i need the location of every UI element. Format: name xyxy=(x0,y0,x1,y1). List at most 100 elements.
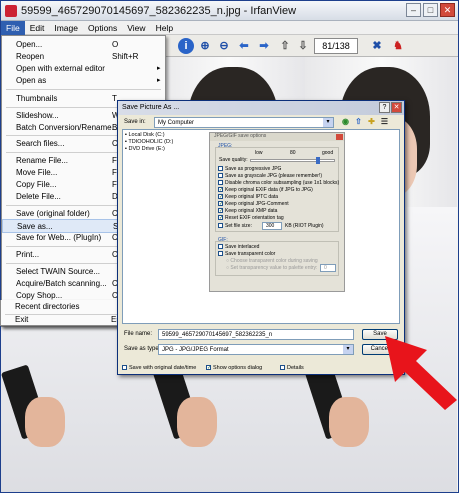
save-in-value: My Computer xyxy=(158,120,195,126)
dialog-controls: ? ✕ xyxy=(379,102,402,113)
maximize-button[interactable]: □ xyxy=(423,3,438,17)
menu-item-label: Thumbnails xyxy=(16,94,58,103)
checkbox-box[interactable] xyxy=(218,180,223,186)
quality-slider[interactable] xyxy=(250,157,335,164)
checkmark-icon[interactable]: ✓ xyxy=(218,215,223,221)
menu-item-label: Batch Conversion/Rename... xyxy=(16,123,119,132)
drive-item[interactable]: ▪ TDIOOHOLIC (D:) xyxy=(125,139,173,146)
checkbox-chroma[interactable]: Disable chroma color subsampling (use 1x… xyxy=(218,180,339,187)
menu-item-label: Move File... xyxy=(16,168,58,177)
submenu-arrow-icon: ▸ xyxy=(157,77,161,84)
palette-entry-input[interactable]: 0 xyxy=(320,264,336,272)
file-size-unit: KB (RIOT Plugin) xyxy=(285,223,324,229)
zoom-in-icon[interactable]: ⊕ xyxy=(197,38,213,54)
jpeg-options-panel: JPEG/GIF save options JPEG: low 80 good … xyxy=(209,132,345,292)
settings-tools-icon[interactable]: ✖ xyxy=(369,38,385,54)
help-button[interactable]: ? xyxy=(379,102,390,113)
photo-hand xyxy=(25,397,65,447)
checkbox-label: Save with original date/time xyxy=(129,365,197,371)
menu-edit[interactable]: Edit xyxy=(25,21,50,35)
checkbox-label: Keep original EXIF data (if JPG to JPG) xyxy=(225,187,313,193)
menu-item-label: Open with external editor xyxy=(16,64,105,73)
checkbox-reset-orientation[interactable]: ✓ Reset EXIF orientation tag xyxy=(218,215,284,222)
previous-arrow-icon[interactable]: ⬅ xyxy=(236,38,252,54)
checkmark-icon[interactable]: ✓ xyxy=(206,365,211,371)
checkbox-exif[interactable]: ✓ Keep original EXIF data (if JPG to JPG) xyxy=(218,187,313,194)
save-in-dropdown[interactable]: My Computer ▾ xyxy=(154,117,334,128)
checkmark-icon[interactable]: ✓ xyxy=(218,194,223,200)
minimize-button[interactable]: – xyxy=(406,3,421,17)
checkbox-box[interactable] xyxy=(280,365,285,371)
menu-item-label: Save for Web... (PlugIn) xyxy=(16,233,102,242)
menu-item-label: Exit xyxy=(15,315,29,324)
checkbox-xmp[interactable]: ✓ Keep original XMP data xyxy=(218,208,277,215)
checkmark-icon[interactable]: ✓ xyxy=(218,201,223,207)
checkbox-label: Set file size: xyxy=(225,223,252,229)
quality-value: 80 xyxy=(290,150,296,156)
options-close-icon[interactable] xyxy=(336,134,343,140)
radio-label: Choose transparent color during saving xyxy=(230,258,318,264)
last-page-icon[interactable]: ⇩ xyxy=(295,38,311,54)
checkbox-transparent[interactable]: Save transparent color xyxy=(218,251,275,258)
checkbox-interlaced[interactable]: Save interlaced xyxy=(218,244,259,251)
next-arrow-icon[interactable]: ➡ xyxy=(256,38,272,54)
irfanview-app-icon xyxy=(5,4,17,17)
menu-item-open-as[interactable]: Open as ▸ xyxy=(2,74,165,88)
quality-low: low xyxy=(255,150,263,156)
up-folder-icon[interactable]: ⇧ xyxy=(353,116,364,127)
first-page-icon[interactable]: ⇧ xyxy=(277,38,293,54)
view-menu-icon[interactable]: ☰ xyxy=(379,116,390,127)
dialog-close-button[interactable]: ✕ xyxy=(391,102,402,113)
back-icon[interactable]: ◉ xyxy=(340,116,351,127)
menu-view[interactable]: View xyxy=(122,21,150,35)
red-pointer-arrow-icon xyxy=(385,336,457,410)
new-folder-icon[interactable]: ✚ xyxy=(366,116,377,127)
menu-image[interactable]: Image xyxy=(49,21,83,35)
checkbox-grayscale[interactable]: Save as grayscale JPG (please remember!) xyxy=(218,173,322,180)
save-as-type-dropdown[interactable]: JPG - JPG/JPEG Format ▾ xyxy=(158,344,354,355)
drive-item[interactable]: ▪ DVD Drive (E:) xyxy=(125,146,165,153)
checkbox-original-date[interactable]: Save with original date/time xyxy=(122,365,196,372)
zoom-out-icon[interactable]: ⊖ xyxy=(216,38,232,54)
checkbox-label: Keep original IPTC data xyxy=(225,194,279,200)
checkbox-box[interactable] xyxy=(218,251,223,257)
file-list[interactable]: ▪ Local Disk (C:) ▪ TDIOOHOLIC (D:) ▪ DV… xyxy=(122,129,400,324)
menu-options[interactable]: Options xyxy=(83,21,122,35)
options-title: JPEG/GIF save options xyxy=(210,133,344,141)
menu-help[interactable]: Help xyxy=(151,21,178,35)
checkmark-icon[interactable]: ✓ xyxy=(218,208,223,214)
checkbox-box[interactable] xyxy=(218,223,223,229)
info-icon[interactable]: i xyxy=(178,38,194,54)
file-size-input[interactable]: 300 xyxy=(262,222,282,230)
checkbox-box[interactable] xyxy=(218,166,223,172)
checkbox-box[interactable] xyxy=(122,365,127,371)
checkmark-icon[interactable]: ✓ xyxy=(218,187,223,193)
checkbox-label: Save transparent color xyxy=(225,251,276,257)
menu-item-label: Delete File... xyxy=(16,192,61,201)
checkbox-box[interactable] xyxy=(218,244,223,250)
slider-thumb[interactable] xyxy=(315,157,320,164)
checkbox-show-options[interactable]: ✓ Show options dialog xyxy=(206,365,262,372)
radio-choose-color[interactable]: ○ Choose transparent color during saving xyxy=(226,258,318,265)
filename-input[interactable]: 59599_465729070145697_582362235_n xyxy=(158,329,354,340)
dialog-title: Save Picture As ... xyxy=(122,104,180,111)
menu-item-label: Search files... xyxy=(16,139,65,148)
checkbox-progressive[interactable]: Save as progressive JPG xyxy=(218,166,281,173)
menu-item-label: Save (original folder) xyxy=(16,209,90,218)
checkbox-label: Reset EXIF orientation tag xyxy=(225,215,284,221)
menu-item-label: Select TWAIN Source... xyxy=(16,267,101,276)
checkbox-jpg-comment[interactable]: ✓ Keep original JPG-Comment xyxy=(218,201,289,208)
menu-file[interactable]: File xyxy=(1,20,25,35)
checkbox-set-file-size[interactable]: Set file size: xyxy=(218,223,252,230)
checkbox-box[interactable] xyxy=(218,173,223,179)
drive-item[interactable]: ▪ Local Disk (C:) xyxy=(125,132,165,139)
page-counter[interactable]: 81/138 xyxy=(314,38,358,54)
menu-item-label: Rename File... xyxy=(16,156,69,165)
close-button[interactable]: ✕ xyxy=(440,3,455,17)
checkbox-label: Disable chroma color subsampling (use 1x… xyxy=(225,180,340,186)
checkbox-details[interactable]: Details xyxy=(280,365,304,372)
radio-palette-entry[interactable]: ○ Set transparency value to palette entr… xyxy=(226,265,317,272)
checkbox-iptc[interactable]: ✓ Keep original IPTC data xyxy=(218,194,278,201)
quality-label: Save quality: xyxy=(219,157,248,163)
irfanview-cat-icon[interactable]: ♞ xyxy=(390,38,406,54)
